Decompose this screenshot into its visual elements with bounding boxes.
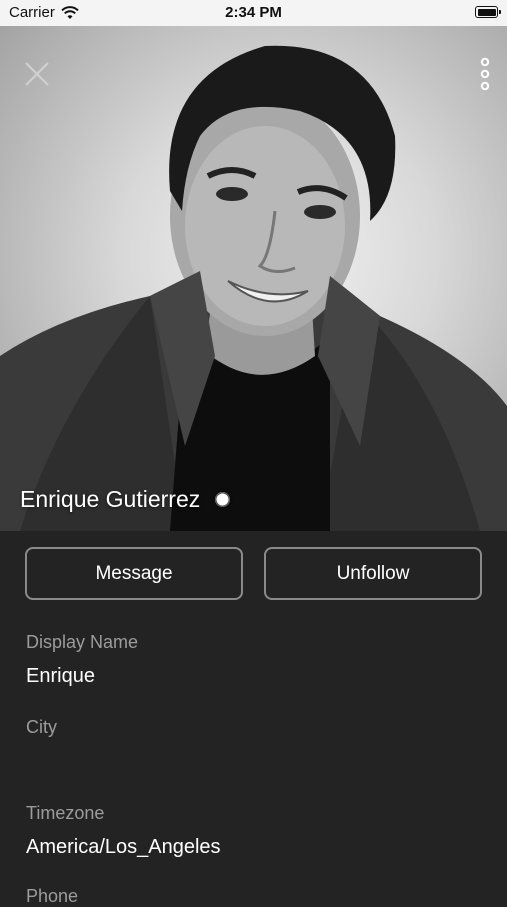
profile-portrait-image xyxy=(0,45,507,531)
profile-photo: Enrique Gutierrez xyxy=(0,26,507,531)
battery-icon xyxy=(475,6,501,18)
close-icon[interactable] xyxy=(24,61,50,87)
unfollow-button[interactable]: Unfollow xyxy=(264,547,482,600)
status-bar: Carrier 2:34 PM xyxy=(0,0,507,26)
message-button-label: Message xyxy=(95,562,173,584)
timezone-value: America/Los_Angeles xyxy=(26,836,221,858)
phone-label: Phone xyxy=(26,886,79,906)
display-name-label: Display Name xyxy=(26,632,139,652)
more-vertical-icon[interactable] xyxy=(474,57,496,91)
display-name-value: Enrique xyxy=(26,665,95,687)
profile-name-row: Enrique Gutierrez xyxy=(20,486,231,513)
message-button[interactable]: Message xyxy=(25,547,243,600)
city-label: City xyxy=(26,717,57,737)
unfollow-button-label: Unfollow xyxy=(336,562,410,584)
status-time: 2:34 PM xyxy=(225,4,282,21)
profile-name: Enrique Gutierrez xyxy=(20,486,201,512)
online-status-indicator xyxy=(215,492,231,507)
timezone-label: Timezone xyxy=(26,803,105,823)
